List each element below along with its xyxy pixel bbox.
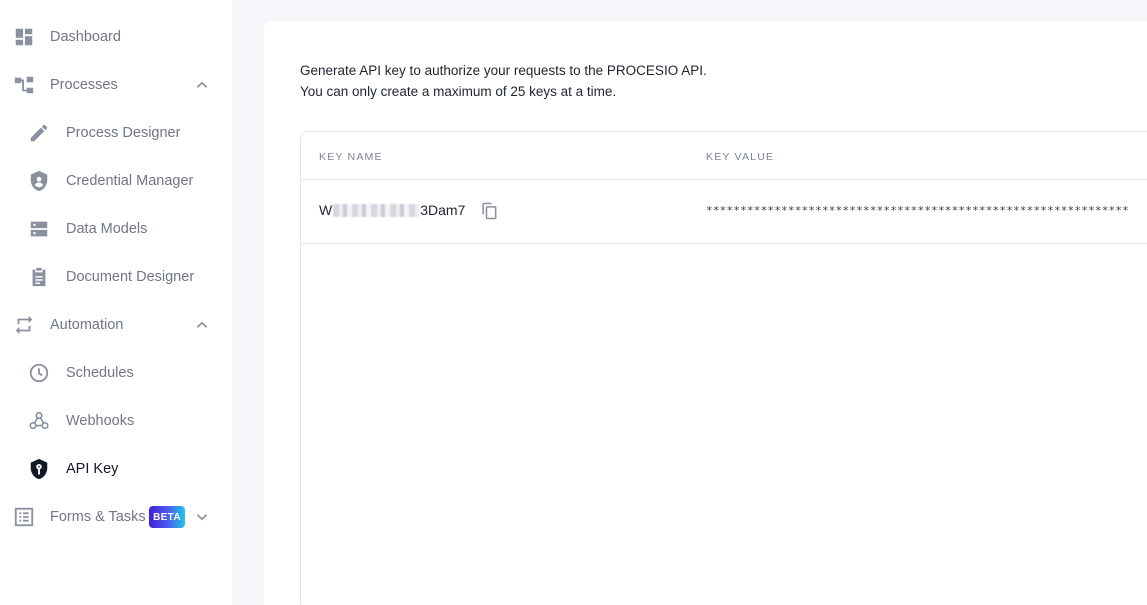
table-header: KEY NAME KEY VALUE (301, 132, 1147, 180)
chevron-down-icon[interactable] (193, 508, 211, 526)
intro-line: Generate API key to authorize your reque… (300, 63, 707, 78)
key-name-prefix: W (319, 202, 333, 218)
intro-text: Generate API key to authorize your reque… (300, 60, 707, 102)
key-name-suffix: 3Dam7 (420, 202, 466, 218)
app-root: Dashboard Processes Process Designer Cre… (0, 0, 1147, 605)
sidebar-item-label: Automation (50, 317, 124, 333)
sidebar-item-processes[interactable]: Processes (0, 61, 232, 109)
webhook-icon (28, 410, 50, 432)
sidebar-item-label: Dashboard (50, 29, 121, 45)
dashboard-icon (13, 26, 35, 48)
chevron-up-icon[interactable] (193, 316, 211, 334)
chevron-up-icon[interactable] (193, 76, 211, 94)
sidebar-item-dashboard[interactable]: Dashboard (0, 13, 232, 61)
copy-icon[interactable] (479, 200, 499, 222)
sidebar: Dashboard Processes Process Designer Cre… (0, 0, 232, 605)
sidebar-item-automation[interactable]: Automation (0, 301, 232, 349)
sidebar-item-label: Credential Manager (66, 173, 194, 189)
sidebar-item-process-designer[interactable]: Process Designer (0, 109, 232, 157)
sidebar-item-forms-tasks[interactable]: Forms & Tasks BETA (0, 493, 232, 541)
repeat-icon (13, 314, 35, 336)
redacted-text (333, 203, 420, 217)
sidebar-item-label: Forms & Tasks (50, 509, 146, 525)
table-row: W 3Dam7 ********************************… (301, 180, 1147, 244)
clipboard-icon (28, 266, 50, 288)
key-value-cell: ****************************************… (706, 204, 1129, 217)
storage-icon (28, 218, 50, 240)
beta-badge: BETA (149, 506, 185, 528)
key-name-cell: W 3Dam7 (319, 202, 465, 218)
sidebar-item-label: Data Models (66, 221, 148, 237)
intro-line: You can only create a maximum of 25 keys… (300, 84, 617, 99)
main-panel: Generate API key to authorize your reque… (264, 21, 1147, 605)
clock-icon (28, 362, 50, 384)
column-header-key-value: KEY VALUE (706, 151, 775, 163)
pencil-icon (28, 122, 50, 144)
sidebar-item-label: Schedules (66, 365, 134, 381)
sidebar-item-label: Webhooks (66, 413, 135, 429)
sidebar-item-label: API Key (66, 461, 119, 477)
sidebar-item-document-designer[interactable]: Document Designer (0, 253, 232, 301)
processes-icon (13, 74, 35, 96)
key-shield-icon (28, 458, 50, 480)
sidebar-item-api-key[interactable]: API Key (0, 445, 232, 493)
shield-icon (28, 170, 50, 192)
sidebar-item-label: Process Designer (66, 125, 181, 141)
sidebar-item-data-models[interactable]: Data Models (0, 205, 232, 253)
sidebar-item-label: Processes (50, 77, 118, 93)
sidebar-item-schedules[interactable]: Schedules (0, 349, 232, 397)
form-icon (13, 506, 35, 528)
sidebar-item-label: Document Designer (66, 269, 195, 285)
column-header-key-name: KEY NAME (319, 151, 383, 163)
sidebar-item-credential-manager[interactable]: Credential Manager (0, 157, 232, 205)
api-keys-table: KEY NAME KEY VALUE W 3Dam7 *************… (300, 131, 1147, 605)
sidebar-item-webhooks[interactable]: Webhooks (0, 397, 232, 445)
